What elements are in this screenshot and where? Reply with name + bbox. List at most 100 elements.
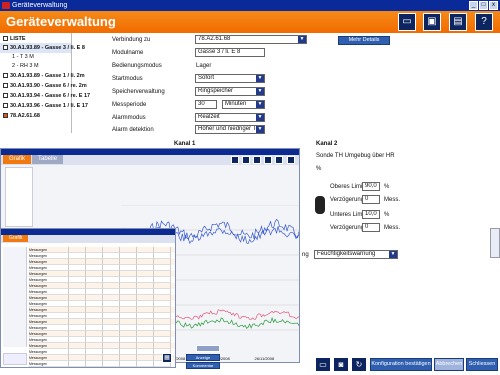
startmodus-label: Startmodus <box>112 76 143 82</box>
close-button[interactable]: x <box>489 1 498 10</box>
details-button[interactable]: Mehr Details <box>338 36 390 45</box>
app-logo-icon <box>2 2 10 9</box>
oberes-limit-input[interactable]: 90,0 <box>362 182 380 191</box>
table-cell: Messungen <box>29 367 69 368</box>
options-button[interactable] <box>196 345 220 352</box>
messperiode-label: Messperiode <box>112 102 147 108</box>
minimize-button[interactable]: _ <box>469 1 478 10</box>
date-range-box <box>3 353 27 365</box>
verzoegerung1-label: Verzögerung <box>330 197 365 203</box>
table-window: Grafik Messungen Messungen Messungen Messun… <box>0 228 176 368</box>
list-item[interactable]: 30.A1.93.89 - Gasse 1 / li. 2m <box>0 71 85 81</box>
list-item[interactable]: 78.A2.61.68 <box>0 111 71 121</box>
list-subitem[interactable]: 2 - RH 3 M <box>0 62 71 71</box>
chevron-down-icon: ▼ <box>256 101 264 108</box>
messperiode-unit-select[interactable]: Minuten ▼ <box>222 100 265 109</box>
oberes-limit-label: Oberes Limit <box>330 184 365 190</box>
warning-label: ng <box>302 252 309 258</box>
list-item[interactable]: 30.A1.93.90 - Gasse 6 / re. 2m <box>0 81 87 91</box>
cancel-button[interactable]: Abbrechen <box>434 358 464 371</box>
export-icon[interactable] <box>253 156 261 164</box>
tab-grafik[interactable]: Grafik <box>3 235 29 242</box>
betriebsmodus-label: Bedienungsmodus <box>112 63 162 69</box>
table-cell <box>120 367 137 368</box>
table-cell <box>86 367 103 368</box>
camera-icon[interactable]: ◙ <box>333 357 349 372</box>
verzoegerung1-unit: Mess. <box>384 197 401 203</box>
list-title: LISTE <box>0 33 71 43</box>
side-panel-edge <box>490 228 500 258</box>
legend-area <box>61 167 297 205</box>
alarmdetektion-select[interactable]: Höher und niedriger Ten ▼ <box>195 125 265 134</box>
graph-toolbar <box>231 156 297 164</box>
comment-button[interactable]: Kommentar <box>186 362 220 369</box>
save-button[interactable]: ▣ <box>423 13 441 31</box>
alarm-bell-icon <box>315 196 325 214</box>
confirm-config-button[interactable]: Konfiguration bestätigen <box>370 358 432 371</box>
chevron-down-icon: ▼ <box>256 126 264 133</box>
settings-icon[interactable] <box>275 156 283 164</box>
screen-icon[interactable]: ▭ <box>315 357 331 372</box>
list-item[interactable]: 30.A1.93.89 - Gasse 3 / li. E 8 <box>0 43 85 53</box>
window-title: Geräteverwaltung <box>12 2 68 9</box>
table-channel-list <box>3 247 27 347</box>
modulname-input[interactable]: Gasse 3 / li. E 8 <box>195 48 265 57</box>
table-cell <box>154 367 171 368</box>
channel-legend <box>5 167 33 227</box>
chevron-down-icon: ▼ <box>256 75 264 82</box>
window-titlebar: Geräteverwaltung _ □ x <box>0 0 500 11</box>
measurement-table: Messungen Messungen Messungen Messungen Mess… <box>29 247 175 367</box>
verbindung-label: Verbindung zu <box>112 37 151 43</box>
verbindung-select[interactable]: 78.A2.61.68 ▼ <box>195 35 307 44</box>
list-item[interactable]: 30.A1.93.94 - Gasse 6 / re. E 17 <box>0 91 90 101</box>
tab-grafik[interactable]: Grafik <box>3 155 32 164</box>
alarmmodus-label: Alarmmodus <box>112 115 146 121</box>
warning-select[interactable]: Feuchtigkeitswarnung ▼ <box>314 250 398 259</box>
table-cell <box>103 367 120 368</box>
startmodus-select[interactable]: Sofort ▼ <box>195 74 265 83</box>
close-app-button[interactable]: Schliessen <box>466 358 498 371</box>
kanal2-unit: % <box>316 166 322 172</box>
maximize-button[interactable]: □ <box>479 1 488 10</box>
save-icon[interactable] <box>242 156 250 164</box>
speicher-label: Speicherverwaltung <box>112 89 165 95</box>
page-title: Geräteverwaltung <box>6 14 116 29</box>
device-list: LISTE 30.A1.93.89 - Gasse 3 / li. E 8 1 … <box>0 33 90 133</box>
verzoegerung2-label: Verzögerung <box>330 225 365 231</box>
speicher-select[interactable]: Ringspeicher ▼ <box>195 87 265 96</box>
table-cell <box>69 367 86 368</box>
unteres-limit-unit: % <box>384 212 390 218</box>
chevron-down-icon: ▼ <box>256 88 264 95</box>
chart-icon[interactable]: ▦ <box>162 353 172 363</box>
save-view-button[interactable]: Anzeige speichern <box>186 354 220 365</box>
save-icon: ▣ <box>427 16 437 27</box>
verzoegerung2-input[interactable]: 0 <box>362 223 380 232</box>
folder-button[interactable]: ▭ <box>398 13 416 31</box>
verzoegerung2-unit: Mess. <box>384 225 401 231</box>
print-icon: ▤ <box>453 16 463 27</box>
chevron-down-icon: ▼ <box>389 251 397 258</box>
unteres-limit-input[interactable]: 10,0 <box>362 210 380 219</box>
alarmmodus-select[interactable]: Realzeit ▼ <box>195 113 265 122</box>
alarmdetektion-label: Alarm detektion <box>112 127 154 133</box>
zoom-icon[interactable] <box>264 156 272 164</box>
tab-tabelle[interactable]: Tabelle <box>32 155 64 164</box>
kanal2-description: Sonde TH Umgebug über HR <box>316 153 395 159</box>
list-item[interactable]: 30.A1.93.96 - Gasse 1 / li. E 17 <box>0 101 88 111</box>
help-button[interactable]: ? <box>475 13 493 31</box>
table-cell <box>137 367 154 368</box>
print-icon[interactable] <box>231 156 239 164</box>
refresh-icon[interactable]: ↻ <box>351 357 367 372</box>
list-subitem[interactable]: 1 - T 3 M <box>0 53 71 62</box>
betriebsmodus-value: Lager <box>196 63 212 69</box>
help-icon[interactable] <box>287 156 295 164</box>
help-icon: ? <box>481 16 487 27</box>
verzoegerung1-input[interactable]: 0 <box>362 195 380 204</box>
unteres-limit-label: Unteres Limit <box>330 212 366 218</box>
print-button[interactable]: ▤ <box>449 13 467 31</box>
messperiode-input[interactable]: 30 <box>195 100 217 109</box>
chevron-down-icon: ▼ <box>298 36 306 43</box>
oberes-limit-unit: % <box>384 184 390 190</box>
kanal1-title: Kanal 1 <box>174 141 196 147</box>
kanal2-title: Kanal 2 <box>316 141 338 147</box>
